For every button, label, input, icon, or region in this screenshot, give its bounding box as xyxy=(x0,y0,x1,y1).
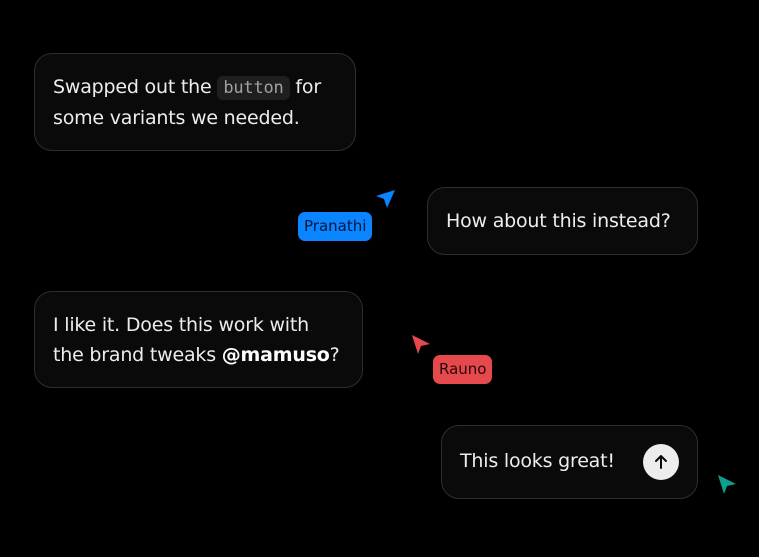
cursor-pointer-icon xyxy=(410,333,434,357)
cursor-pointer-icon xyxy=(373,188,397,212)
send-button[interactable] xyxy=(643,444,679,480)
message-text: This looks great! xyxy=(460,450,615,472)
message-bubble: Swapped out the button for some variants… xyxy=(34,53,356,151)
message-text: Swapped out the xyxy=(53,76,218,98)
cursor-label: Rauno xyxy=(433,355,493,384)
arrow-up-icon xyxy=(655,455,667,469)
message-bubble: How about this instead? xyxy=(427,187,698,255)
inline-code: button xyxy=(217,76,290,100)
cursor-label: Pranathi xyxy=(298,212,373,241)
user-mention[interactable]: @mamuso xyxy=(222,344,330,366)
cursor-pointer-icon xyxy=(716,473,740,497)
message-text: How about this instead? xyxy=(446,210,671,232)
message-bubble: I like it. Does this work with the brand… xyxy=(34,291,363,388)
message-text: ? xyxy=(329,344,340,366)
